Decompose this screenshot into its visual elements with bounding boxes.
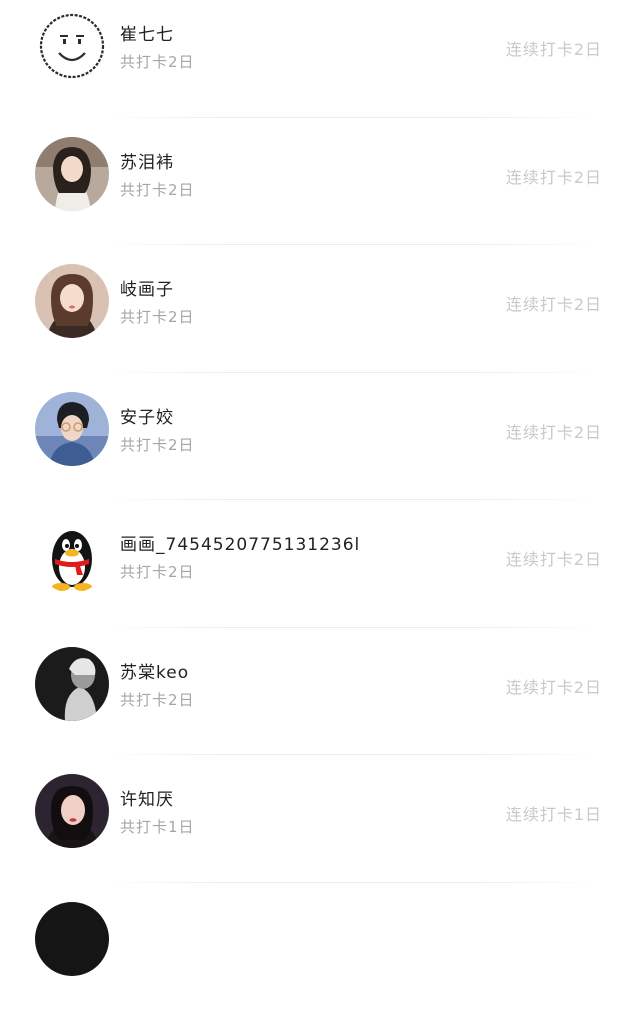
- streak-checkin-days: 连续打卡2日: [506, 164, 602, 188]
- member-row[interactable]: 苏泪袆 共打卡2日 连续打卡2日: [0, 118, 640, 246]
- member-name: 安子姣: [120, 403, 174, 428]
- member-row[interactable]: 安子姣 共打卡2日 连续打卡2日: [0, 373, 640, 501]
- checkin-member-list: 崔七七 共打卡2日 连续打卡2日 苏泪袆 共打卡2日 连续打卡2日: [0, 0, 640, 1010]
- user-avatar[interactable]: [35, 902, 109, 976]
- member-row[interactable]: 许知厌 共打卡1日 连续打卡1日: [0, 755, 640, 883]
- member-name: 苏棠keo: [120, 658, 189, 683]
- user-avatar[interactable]: [35, 392, 109, 466]
- total-checkin-days: 共打卡2日: [120, 561, 195, 582]
- streak-checkin-days: 连续打卡1日: [506, 801, 602, 825]
- streak-checkin-days: 连续打卡2日: [506, 291, 602, 315]
- total-checkin-days: 共打卡2日: [120, 689, 195, 710]
- member-name: 画画_7454520775131236l: [120, 530, 360, 555]
- total-checkin-days: 共打卡2日: [120, 306, 195, 327]
- total-checkin-days: 共打卡2日: [120, 179, 195, 200]
- member-name: 许知厌: [120, 785, 174, 810]
- member-row[interactable]: 岐画子 共打卡2日 连续打卡2日: [0, 245, 640, 373]
- total-checkin-days: 共打卡1日: [120, 816, 195, 837]
- member-row[interactable]: 崔七七 共打卡2日 连续打卡2日: [0, 0, 640, 118]
- smiley-face-icon[interactable]: [35, 9, 109, 83]
- streak-checkin-days: 连续打卡2日: [506, 674, 602, 698]
- member-name: 岐画子: [120, 275, 174, 300]
- qq-penguin-icon[interactable]: [35, 519, 109, 593]
- member-name: 崔七七: [120, 20, 174, 45]
- member-row-partial[interactable]: [0, 883, 640, 1010]
- total-checkin-days: 共打卡2日: [120, 434, 195, 455]
- member-row[interactable]: 画画_7454520775131236l 共打卡2日 连续打卡2日: [0, 500, 640, 628]
- user-avatar[interactable]: [35, 647, 109, 721]
- user-avatar[interactable]: [35, 774, 109, 848]
- streak-checkin-days: 连续打卡2日: [506, 419, 602, 443]
- user-avatar[interactable]: [35, 264, 109, 338]
- streak-checkin-days: 连续打卡2日: [506, 546, 602, 570]
- streak-checkin-days: 连续打卡2日: [506, 36, 602, 60]
- user-avatar[interactable]: [35, 137, 109, 211]
- total-checkin-days: 共打卡2日: [120, 51, 195, 72]
- member-name: 苏泪袆: [120, 148, 174, 173]
- member-row[interactable]: 苏棠keo 共打卡2日 连续打卡2日: [0, 628, 640, 756]
